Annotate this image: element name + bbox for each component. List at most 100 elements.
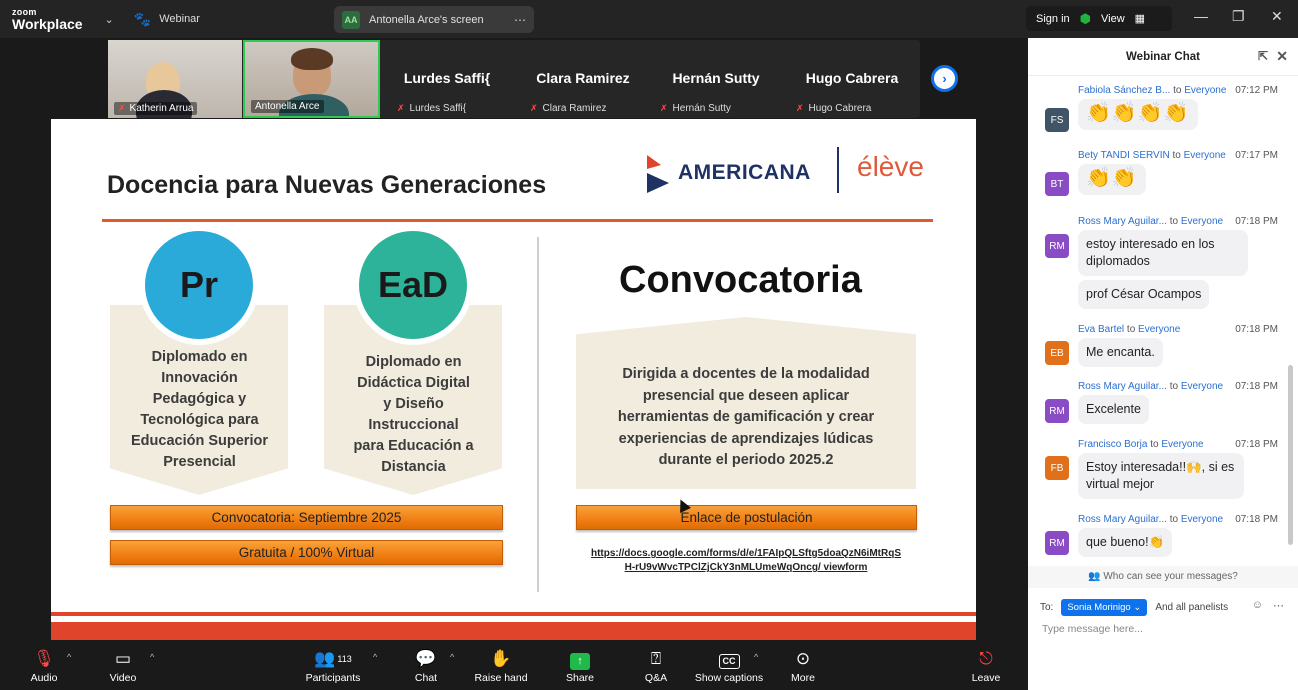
message-sender: Eva Bartel to Everyone bbox=[1078, 324, 1181, 335]
share-screen-icon: ↑ bbox=[570, 653, 590, 670]
chevron-right-icon: › bbox=[942, 71, 947, 86]
message-input[interactable]: Type message here... bbox=[1042, 623, 1143, 635]
more-dots-icon: ⊙ bbox=[795, 649, 811, 668]
sign-in-button[interactable]: Sign in bbox=[1036, 13, 1070, 25]
restore-icon[interactable]: ❐ bbox=[1232, 8, 1245, 25]
composer-tools: ☺ ⋯ bbox=[1252, 599, 1284, 612]
message-time: 07:17 PM bbox=[1235, 150, 1278, 161]
chat-bubble-icon: 💬 bbox=[415, 649, 437, 668]
to-label: To: bbox=[1040, 602, 1054, 613]
message-bubble: Me encanta. bbox=[1078, 338, 1163, 367]
chevron-down-icon[interactable]: ⌄ bbox=[105, 13, 114, 26]
audio-button[interactable]: 🎙 Audio bbox=[28, 648, 60, 684]
badge-pr: Pr bbox=[139, 225, 259, 345]
who-can-see-link[interactable]: 👥 Who can see your messages? bbox=[1028, 566, 1298, 588]
muted-mic-icon: ✗ bbox=[660, 103, 668, 113]
footer-band bbox=[51, 622, 976, 640]
enlace-postulacion-button[interactable]: Enlace de postulación bbox=[576, 505, 917, 530]
close-icon[interactable]: ✕ bbox=[1271, 8, 1283, 25]
message-sender: Francisco Borja to Everyone bbox=[1078, 439, 1204, 450]
pop-out-icon[interactable]: ⇱ bbox=[1258, 49, 1268, 63]
brand-americana: AMERICANA bbox=[678, 161, 811, 184]
view-button[interactable]: View bbox=[1101, 13, 1125, 25]
grid-icon[interactable]: ▦ bbox=[1135, 12, 1145, 25]
muted-mic-icon: ✗ bbox=[796, 103, 804, 113]
message-sender: Bety TANDI SERVIN to Everyone bbox=[1078, 150, 1226, 161]
people-icon: 👥 bbox=[1088, 571, 1101, 582]
message-time: 07:18 PM bbox=[1235, 216, 1278, 227]
tile-display-name: Hernán Sutty bbox=[672, 70, 760, 86]
emoji-icon[interactable]: ☺ bbox=[1252, 599, 1263, 612]
video-tile-antonella[interactable]: Antonella Arce bbox=[243, 40, 380, 118]
chat-scrollbar[interactable] bbox=[1288, 365, 1293, 545]
more-options-icon[interactable]: ⋯ bbox=[514, 13, 526, 27]
recipient-dropdown[interactable]: Sonia Morinigo ⌄ bbox=[1061, 599, 1148, 616]
raise-hand-button[interactable]: ✋ Raise hand bbox=[474, 648, 528, 684]
muted-mic-icon: ✗ bbox=[530, 103, 538, 113]
message-bubble: Excelente bbox=[1078, 395, 1149, 424]
avatar: EB bbox=[1045, 341, 1069, 365]
message-time: 07:18 PM bbox=[1235, 381, 1278, 392]
chat-button[interactable]: 💬 Chat bbox=[408, 648, 444, 684]
column-divider bbox=[537, 237, 539, 592]
message-bubble: 👏👏 bbox=[1078, 164, 1146, 195]
participants-options-caret[interactable]: ^ bbox=[373, 652, 377, 662]
muted-mic-icon: 🎙 bbox=[33, 649, 55, 668]
more-options-icon[interactable]: ⋯ bbox=[1273, 599, 1284, 612]
tile-name-label: ✗ Katherin Arrua bbox=[114, 102, 198, 115]
chat-message-list[interactable]: FS Fabiola Sánchez B... to Everyone 07:1… bbox=[1028, 76, 1290, 566]
convocatoria-date-banner: Convocatoria: Septiembre 2025 bbox=[110, 505, 503, 530]
participants-button[interactable]: 👥 113 Participants bbox=[302, 648, 364, 684]
footer-rule bbox=[51, 612, 976, 616]
brand-eleve: élève bbox=[857, 151, 924, 182]
zoom-window: zoom Workplace ⌄ 🐾 Webinar AA Antonella … bbox=[0, 0, 1298, 690]
audio-options-caret[interactable]: ^ bbox=[67, 652, 71, 662]
title-bar: zoom Workplace ⌄ 🐾 Webinar AA Antonella … bbox=[0, 0, 1298, 38]
gallery-next-button[interactable]: › bbox=[931, 65, 958, 92]
more-button[interactable]: ⊙ More bbox=[786, 648, 820, 684]
chat-options-caret[interactable]: ^ bbox=[450, 652, 454, 662]
account-area: Sign in ⬢ View ▦ bbox=[1026, 6, 1172, 31]
avatar: RM bbox=[1045, 531, 1069, 555]
message-bubble: estoy interesado en los diplomados bbox=[1078, 230, 1248, 276]
share-button[interactable]: ↑ Share bbox=[562, 648, 598, 684]
screen-share-pill[interactable]: AA Antonella Arce's screen ⋯ bbox=[334, 6, 534, 33]
tile-display-name: Clara Ramirez bbox=[536, 70, 630, 86]
tile-name-label: Antonella Arce bbox=[251, 100, 324, 113]
avatar: BT bbox=[1045, 172, 1069, 196]
qa-button[interactable]: ⍰ Q&A bbox=[640, 648, 672, 684]
video-tile-katherin[interactable]: ✗ Katherin Arrua bbox=[108, 40, 242, 118]
video-tile-clara[interactable]: Clara Ramirez ✗ Clara Ramirez bbox=[518, 40, 648, 118]
close-icon[interactable]: ✕ bbox=[1276, 48, 1288, 65]
message-sender: Fabiola Sánchez B... to Everyone bbox=[1078, 85, 1227, 96]
message-time: 07:18 PM bbox=[1235, 439, 1278, 450]
participant-gallery: ✗ Katherin Arrua Antonella Arce Lurdes Sa… bbox=[108, 40, 920, 118]
participant-hair bbox=[291, 48, 333, 70]
video-options-caret[interactable]: ^ bbox=[150, 652, 154, 662]
application-form-link[interactable]: https://docs.google.com/forms/d/e/1FAIpQ… bbox=[581, 547, 911, 575]
minimize-icon[interactable]: — bbox=[1194, 8, 1208, 24]
video-tile-hugo[interactable]: Hugo Cabrera ✗ Hugo Cabrera bbox=[784, 40, 920, 118]
card-presencial-text: Diplomado en Innovación Pedagógica y Tec… bbox=[131, 349, 268, 470]
and-panelists-label: And all panelists bbox=[1155, 602, 1229, 613]
qa-icon: ⍰ bbox=[650, 649, 662, 668]
captions-options-caret[interactable]: ^ bbox=[754, 652, 758, 662]
leave-button[interactable]: ⎋ Leave bbox=[968, 648, 1004, 684]
message-bubble: que bueno!👏 bbox=[1078, 528, 1173, 557]
convocatoria-heading: Convocatoria bbox=[619, 259, 862, 301]
avatar: RM bbox=[1045, 234, 1069, 258]
video-tile-lurdes[interactable]: Lurdes Saffi{ ✗ Lurdes Saffi{ bbox=[385, 40, 509, 118]
video-tile-hernan[interactable]: Hernán Sutty ✗ Hernán Sutty bbox=[648, 40, 784, 118]
message-time: 07:18 PM bbox=[1235, 324, 1278, 335]
avatar: FS bbox=[1045, 108, 1069, 132]
paw-icon: 🐾 bbox=[133, 10, 152, 27]
tile-name-label: ✗ Clara Ramirez bbox=[530, 103, 607, 114]
message-bubble: 👏👏👏👏 bbox=[1078, 99, 1198, 130]
message-bubble: Estoy interesada!!🙌, si es virtual mejor bbox=[1078, 453, 1244, 499]
shared-screen-slide: Docencia para Nuevas Generaciones AMERIC… bbox=[51, 119, 976, 640]
video-button[interactable]: ▭ Video bbox=[106, 648, 140, 684]
muted-mic-icon: ✗ bbox=[118, 103, 126, 113]
tile-name-label: ✗ Hugo Cabrera bbox=[796, 103, 872, 114]
shield-check-icon[interactable]: ⬢ bbox=[1080, 11, 1091, 27]
title-rule bbox=[102, 219, 933, 222]
